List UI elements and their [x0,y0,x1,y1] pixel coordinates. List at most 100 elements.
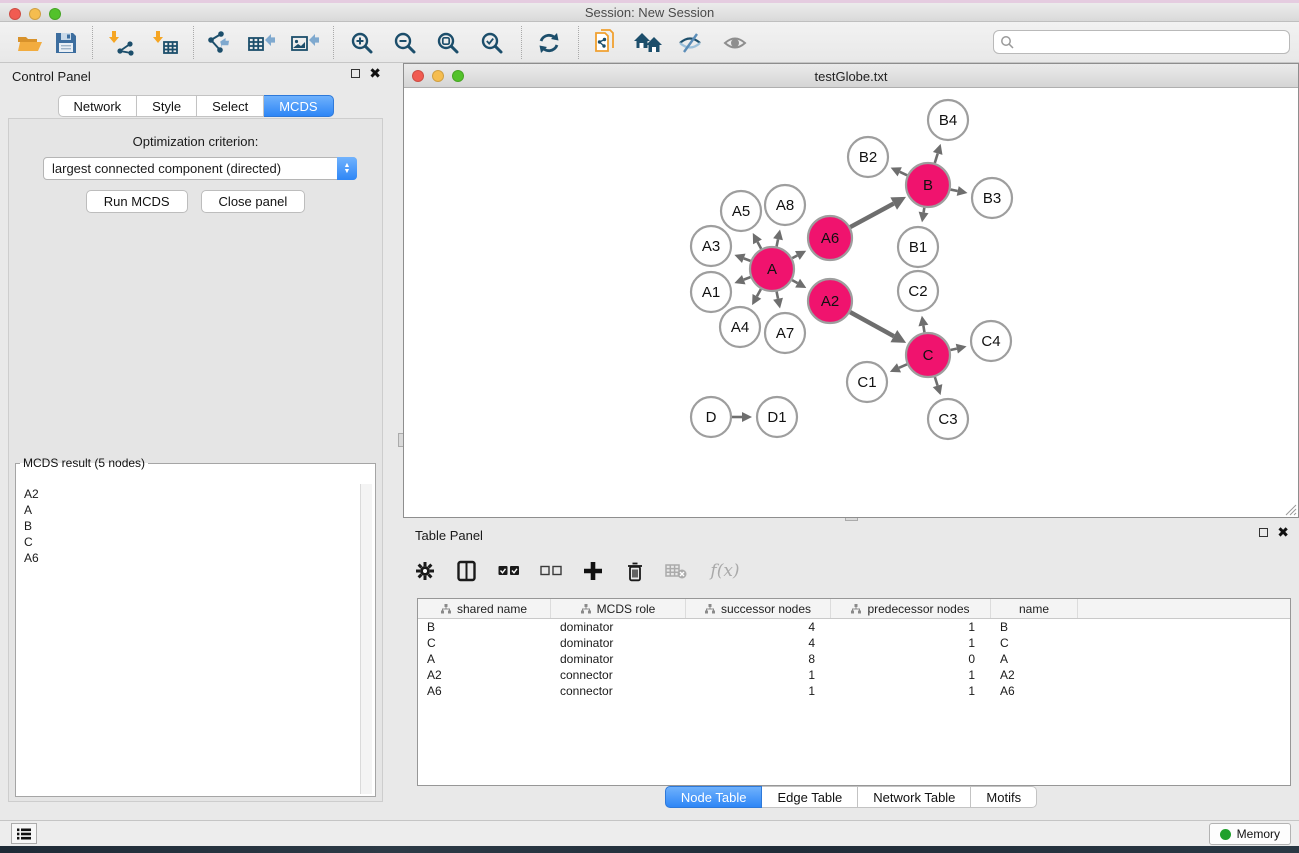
column-header[interactable]: MCDS role [551,599,686,618]
column-header[interactable]: successor nodes [686,599,831,618]
column-header[interactable]: predecessor nodes [831,599,991,618]
graph-node-A1[interactable]: A1 [691,272,731,312]
table-row[interactable]: A2connector11A2 [418,667,1290,683]
edge-C-C2[interactable] [923,326,924,333]
close-panel-button[interactable]: Close panel [201,190,306,213]
edge-C-C3[interactable] [935,377,938,386]
node-table[interactable]: shared nameMCDS rolesuccessor nodesprede… [417,598,1291,786]
graph-node-A6[interactable]: A6 [808,216,852,260]
graph-node-A[interactable]: A [750,247,794,291]
import-table-button[interactable] [147,24,185,61]
export-table-button[interactable] [243,24,281,61]
zoom-selected-button[interactable] [473,24,511,61]
table-row[interactable]: Cdominator41C [418,635,1290,651]
network-canvas[interactable]: A A1 A2 A3 A4 A5 A6 A7 A8 B B1 B2 B3B4 C C1 C2 C3C4 D D1 [404,88,1298,517]
graph-node-A3[interactable]: A3 [691,226,731,266]
result-item[interactable]: A6 [24,550,359,566]
run-mcds-button[interactable]: Run MCDS [86,190,188,213]
tab-node-table[interactable]: Node Table [665,786,763,808]
search-input[interactable] [1018,34,1283,50]
edge-A-A5[interactable] [757,242,761,249]
table-row[interactable]: Adominator80A [418,651,1290,667]
result-item[interactable]: C [24,534,359,550]
tab-network[interactable]: Network [57,95,137,117]
open-file-button[interactable] [11,24,49,61]
float-table-panel-icon[interactable] [1259,528,1268,537]
edge-A6-B[interactable] [850,204,893,228]
deselect-all-button[interactable] [537,556,565,586]
edge-A-A6[interactable] [792,255,797,258]
show-all-button[interactable] [717,24,755,61]
tab-style[interactable]: Style [137,95,197,117]
result-scrollbar[interactable] [360,484,372,794]
tab-edge-table[interactable]: Edge Table [762,786,858,808]
result-item[interactable]: A [24,502,359,518]
edge-B-B4[interactable] [935,153,938,163]
table-row[interactable]: Bdominator41B [418,619,1290,635]
float-panel-icon[interactable] [351,69,360,78]
graph-node-A5[interactable]: A5 [721,191,761,231]
graph-node-A7[interactable]: A7 [765,313,805,353]
network-window-titlebar[interactable]: testGlobe.txt [404,64,1298,88]
graph-node-B4[interactable]: B4 [928,100,968,140]
column-layout-button[interactable] [453,556,481,586]
table-settings-button[interactable] [411,556,439,586]
edge-A-A2[interactable] [792,280,797,283]
refresh-button[interactable] [530,24,568,61]
column-header[interactable]: shared name [418,599,551,618]
edge-B-B2[interactable] [900,172,907,175]
result-item[interactable]: A2 [24,486,359,502]
new-network-from-selection-button[interactable] [587,24,625,61]
tab-mcds[interactable]: MCDS [264,95,333,117]
edge-A-A1[interactable] [744,277,751,280]
edge-A-A3[interactable] [744,258,751,261]
edge-C-C1[interactable] [899,364,907,368]
result-item[interactable]: B [24,518,359,534]
graph-node-A2[interactable]: A2 [808,279,852,323]
graph-node-C4[interactable]: C4 [971,321,1011,361]
zoom-fit-button[interactable] [429,24,467,61]
graph-node-C1[interactable]: C1 [847,362,887,402]
graph-node-C3[interactable]: C3 [928,399,968,439]
graph-node-B1[interactable]: B1 [898,227,938,267]
graph-node-C[interactable]: C [906,333,950,377]
first-neighbors-button[interactable] [629,24,667,61]
select-all-button[interactable] [495,556,523,586]
tab-select[interactable]: Select [197,95,264,117]
graph-node-C2[interactable]: C2 [898,271,938,311]
edge-A2-C[interactable] [850,312,894,336]
criterion-dropdown[interactable]: largest connected component (directed) ▲… [43,157,357,180]
add-column-button[interactable] [579,556,607,586]
graph-node-A4[interactable]: A4 [720,307,760,347]
table-row[interactable]: A6connector11A6 [418,683,1290,699]
hide-selected-button[interactable] [672,24,710,61]
graph-node-B[interactable]: B [906,163,950,207]
import-network-button[interactable] [103,24,141,61]
close-table-panel-icon[interactable]: ✖ [1277,528,1289,537]
graph-node-D1[interactable]: D1 [757,397,797,437]
graph-node-B2[interactable]: B2 [848,137,888,177]
export-network-button[interactable] [201,24,239,61]
edge-A-A4[interactable] [757,289,761,296]
close-panel-icon[interactable]: ✖ [369,69,381,78]
edge-C-C4[interactable] [950,349,956,350]
tab-motifs[interactable]: Motifs [971,786,1037,808]
save-session-button[interactable] [47,24,85,61]
graph-node-D[interactable]: D [691,397,731,437]
zoom-in-button[interactable] [343,24,381,61]
edge-B-B3[interactable] [951,190,958,191]
delete-table-button[interactable] [663,556,691,586]
show-panel-button[interactable] [11,823,37,844]
zoom-out-button[interactable] [386,24,424,61]
memory-button[interactable]: Memory [1209,823,1291,845]
graph-node-B3[interactable]: B3 [972,178,1012,218]
graph-node-A8[interactable]: A8 [765,185,805,225]
function-builder-button[interactable]: f(x) [705,556,745,586]
resize-grip-icon[interactable] [1283,502,1297,516]
edge-B-B1[interactable] [924,208,925,213]
column-header[interactable]: name [991,599,1078,618]
delete-column-button[interactable] [621,556,649,586]
search-field[interactable] [993,30,1290,54]
edge-A-A7[interactable] [777,292,778,299]
tab-network-table[interactable]: Network Table [858,786,971,808]
